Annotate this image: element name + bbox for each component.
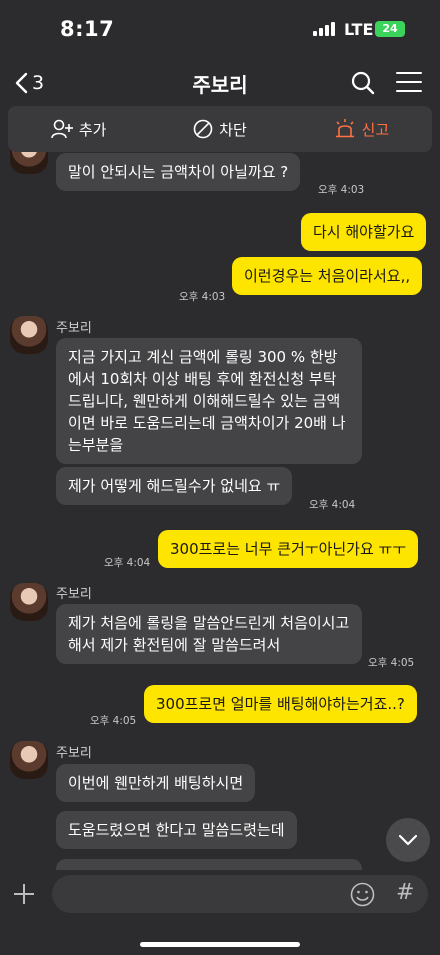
message-incoming[interactable]: 제가 어떻게 해드릴수가 없네요 ㅠ [56,467,293,505]
message-time: 오후 4:05 [90,715,137,727]
message-incoming[interactable]: 이번에 웬만하게 배팅하시면 [56,764,256,802]
block-icon [193,119,213,139]
message-time: 오후 4:05 [368,657,415,669]
signal-icon [313,22,337,36]
avatar[interactable] [10,741,48,779]
plus-icon [14,884,34,904]
battery-icon: 24 [375,21,405,37]
status-time: 8:17 [60,17,115,41]
sender-name: 주보리 [56,321,92,336]
message-outgoing[interactable]: 다시 해야할가요 [301,213,427,251]
siren-icon [335,119,354,138]
block-button[interactable]: 차단 [149,106,290,152]
message-time: 오후 4:04 [104,557,151,569]
back-button[interactable]: 3 [14,68,44,98]
add-label: 추가 [78,120,107,139]
chat-area[interactable]: 말이 안되시는 금액차이 아닐까요 ? 오후 4:03 다시 해야할가요 이런경… [0,106,440,870]
message-incoming-partial[interactable] [56,859,362,870]
avatar[interactable] [10,316,48,354]
message-incoming[interactable]: 제가 처음에 롤링을 말씀안드린게 처음이시고 해서 제가 환전팀에 잘 말씀드… [56,604,362,664]
menu-button[interactable] [396,71,422,93]
emoji-button[interactable] [350,882,375,907]
block-label: 차단 [219,120,247,139]
chevron-down-icon [398,834,418,846]
attach-button[interactable] [12,882,36,906]
message-outgoing[interactable]: 이런경우는 처음이라서요,, [232,257,423,295]
search-button[interactable] [350,70,376,96]
chat-header: 3 주보리 [0,60,440,106]
chevron-left-icon [15,72,28,94]
add-friend-button[interactable]: 추가 [8,106,149,152]
message-outgoing[interactable]: 300프로는 너무 큰거ㅜ아닌가요 ㅠㅜ [158,530,419,568]
avatar[interactable] [10,583,48,621]
emoji-icon [350,882,375,907]
scroll-down-button[interactable] [386,818,430,862]
input-bar: # [0,870,440,955]
message-outgoing[interactable]: 300프로면 얼마를 배팅해야하는거죠..? [144,685,417,723]
message-time: 오후 4:04 [309,499,356,511]
report-label: 신고 [361,120,390,139]
report-button[interactable]: 신고 [291,106,432,152]
home-indicator [140,942,300,947]
add-friend-icon [51,119,73,139]
hash-icon[interactable]: # [396,880,414,905]
search-icon [351,71,375,95]
network-label: LTE [344,20,374,39]
action-bar: 추가 차단 신고 [8,106,432,152]
sender-name: 주보리 [56,746,92,761]
battery-level: 24 [382,22,398,35]
message-time: 오후 4:03 [318,184,365,196]
status-bar: 8:17 LTE 24 [0,0,440,60]
message-incoming[interactable]: 지금 가지고 계신 금액에 롤링 300 % 한방에서 10회차 이상 배팅 후… [56,338,362,464]
sender-name: 주보리 [56,587,92,602]
unread-count: 3 [32,72,45,94]
message-time: 오후 4:03 [179,291,226,303]
message-incoming[interactable]: 도움드렸으면 한다고 말씀드렷는데 [56,811,297,849]
message-incoming[interactable]: 말이 안되시는 금액차이 아닐까요 ? [56,153,301,191]
